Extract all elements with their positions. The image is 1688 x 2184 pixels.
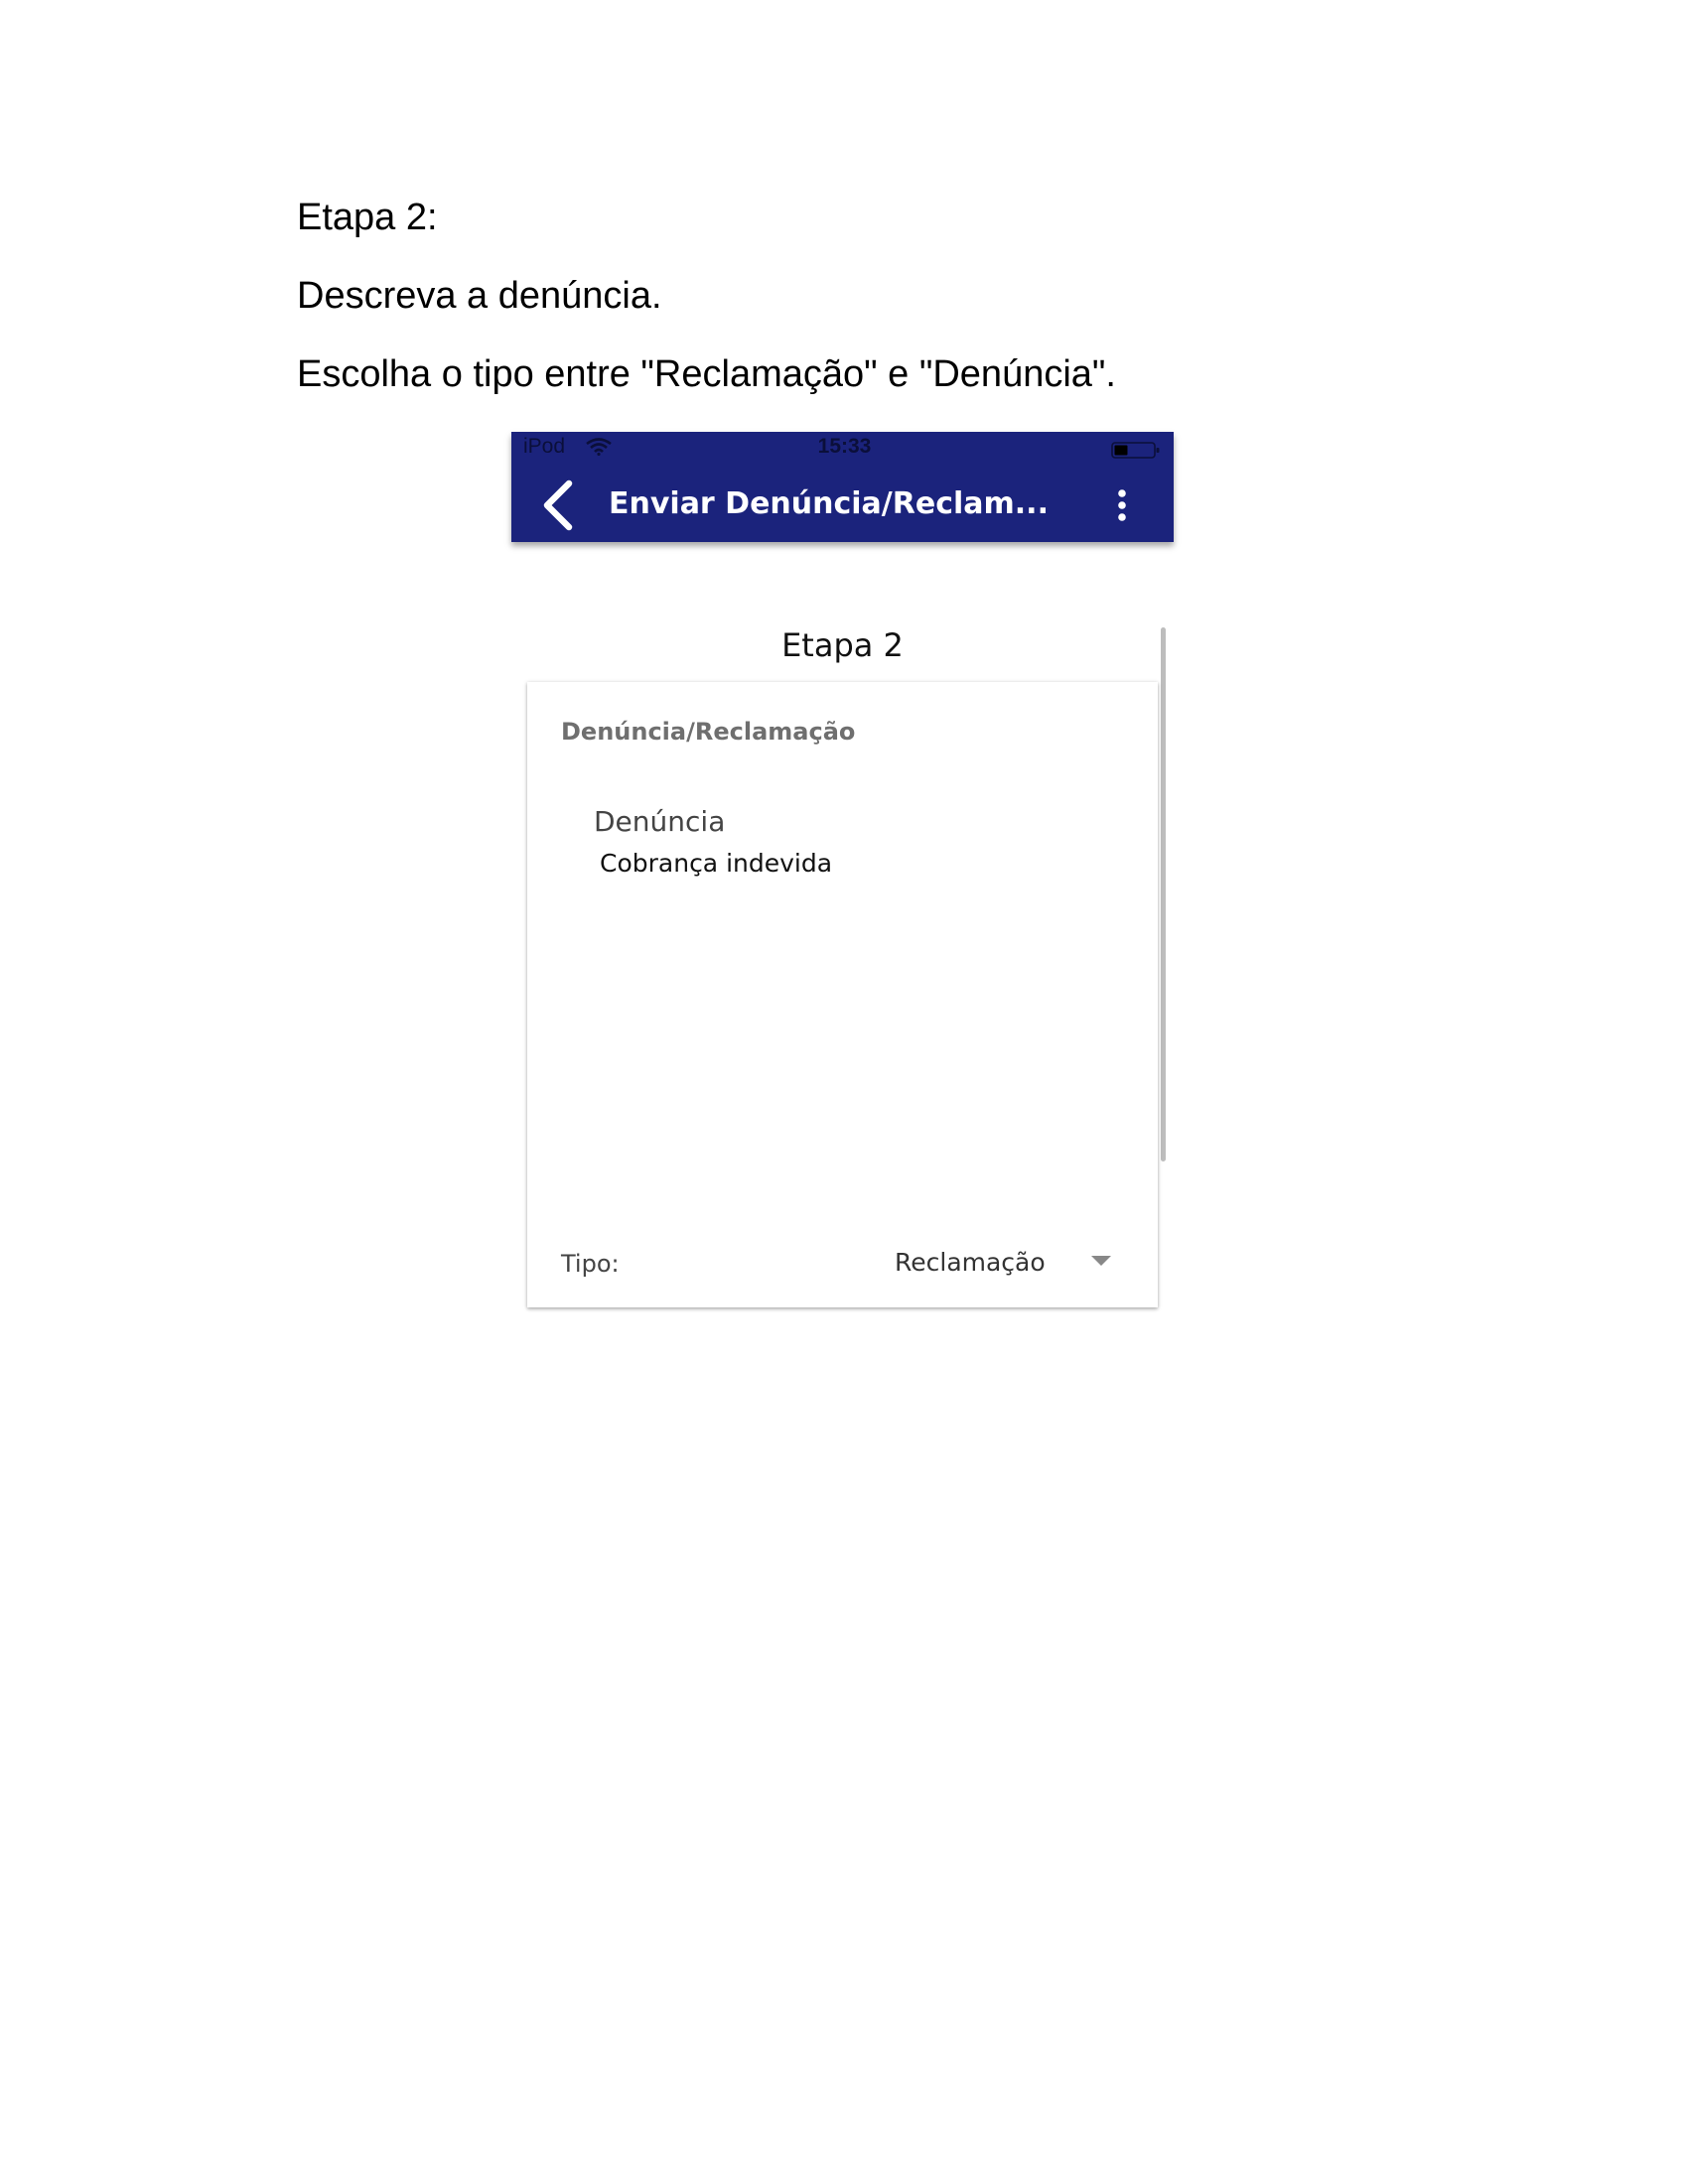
description-field-value[interactable]: Cobrança indevida <box>600 849 832 878</box>
status-time: 15:33 <box>817 435 872 458</box>
more-vertical-icon[interactable] <box>1107 486 1137 526</box>
doc-instruction-describe: Descreva a denúncia. <box>297 275 662 317</box>
scrollbar[interactable] <box>1161 627 1166 1161</box>
app-bar-title: Enviar Denúncia/Reclam... <box>609 486 1049 521</box>
battery-icon <box>1111 442 1160 459</box>
chevron-left-icon[interactable] <box>539 479 575 531</box>
type-label: Tipo: <box>561 1250 620 1278</box>
card-header: Denúncia/Reclamação <box>561 718 856 746</box>
dropdown-arrow-icon <box>1091 1256 1111 1266</box>
doc-instruction-choose-type: Escolha o tipo entre "Reclamação" e "Den… <box>297 353 1116 395</box>
type-selected-value: Reclamação <box>895 1248 1046 1277</box>
status-bar: iPod 15:33 <box>511 432 1174 462</box>
doc-step-heading: Etapa 2: <box>297 197 438 238</box>
step-title: Etapa 2 <box>781 626 904 664</box>
complaint-card: Denúncia/Reclamação Denúncia Cobrança in… <box>527 682 1158 1307</box>
app-bar: iPod 15:33 Enviar Denúncia/Reclam... <box>511 432 1174 542</box>
type-select[interactable]: Reclamação <box>895 1242 1133 1286</box>
phone-screenshot: iPod 15:33 Enviar Denúncia/Reclam... Eta <box>511 432 1174 1325</box>
description-field-label: Denúncia <box>594 805 726 838</box>
